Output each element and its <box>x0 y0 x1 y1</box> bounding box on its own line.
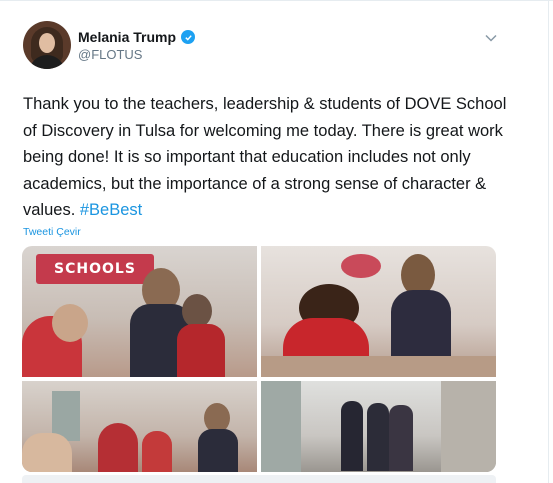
author-display-name[interactable]: Melania Trump <box>78 29 176 45</box>
right-divider <box>548 0 549 483</box>
author-row: Melania Trump <box>78 29 196 45</box>
schools-sign: SCHOOLS <box>36 254 154 284</box>
footer-bar <box>22 475 496 483</box>
photo-2[interactable] <box>261 246 496 377</box>
photo-1[interactable]: SCHOOLS <box>22 246 257 377</box>
top-divider <box>0 0 553 1</box>
media-grid: SCHOOLS <box>22 246 496 472</box>
verified-badge-icon <box>181 30 196 44</box>
hashtag-link[interactable]: #BeBest <box>80 201 142 219</box>
tweet-text: Thank you to the teachers, leadership & … <box>23 91 523 224</box>
avatar[interactable] <box>23 21 71 69</box>
photo-3[interactable] <box>22 381 257 472</box>
translate-tweet-link[interactable]: Tweeti Çevir <box>23 226 81 238</box>
photo-4[interactable] <box>261 381 496 472</box>
schools-sign-text: SCHOOLS <box>54 261 136 277</box>
chevron-down-icon[interactable] <box>485 34 497 42</box>
author-handle[interactable]: @FLOTUS <box>78 47 142 62</box>
